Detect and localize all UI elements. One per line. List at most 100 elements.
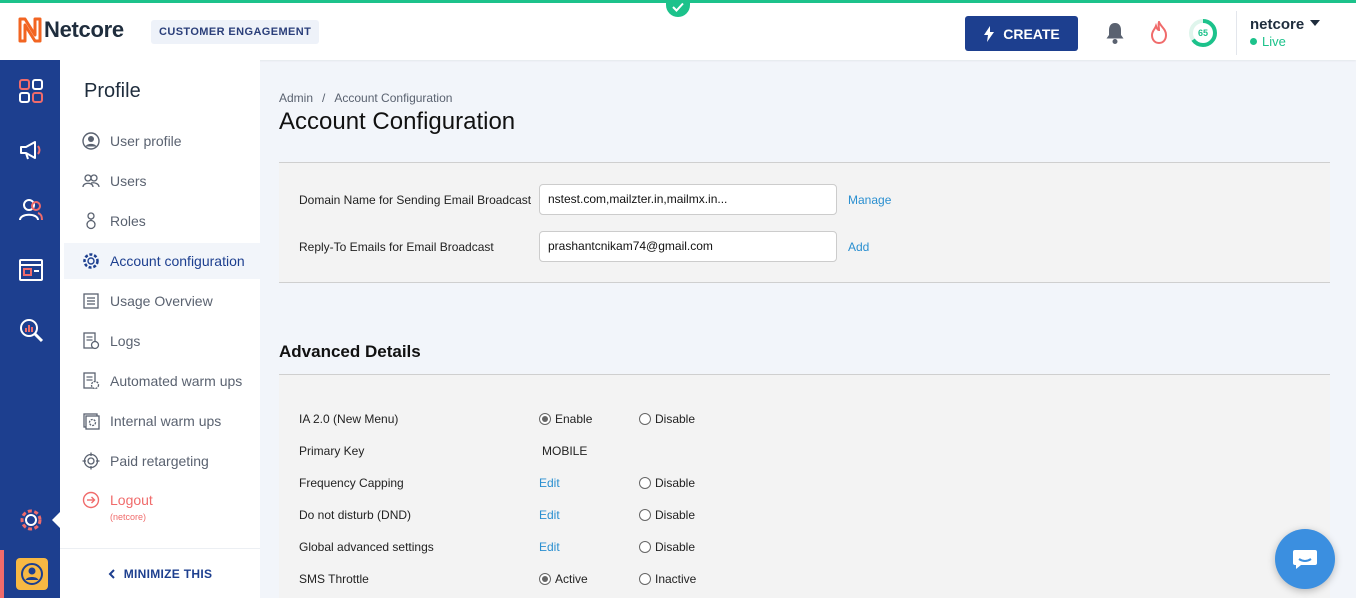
advanced-details-heading: Advanced Details [279,342,421,361]
radio-label: Disable [655,412,696,426]
menu-item-account-configuration[interactable]: Account configuration [64,243,260,279]
breadcrumb-current: Account Configuration [334,91,453,105]
add-reply-to-link[interactable]: Add [848,240,869,254]
create-label: CREATE [1003,25,1060,42]
automated-icon [82,372,100,390]
menu-item-logs[interactable]: Logs [64,323,260,359]
megaphone-icon[interactable] [18,137,44,163]
minimize-menu-button[interactable]: MINIMIZE THIS [60,548,260,598]
engagement-score[interactable]: 65 [1188,18,1218,48]
netcore-logo[interactable]: Netcore [18,17,124,43]
menu-item-logout[interactable]: Logout [64,482,260,518]
minimize-label: MINIMIZE THIS [123,566,213,581]
settings-icon[interactable] [18,507,44,533]
dnd-edit-link[interactable]: Edit [539,508,560,522]
account-name[interactable]: netcore [1250,16,1304,33]
menu-title: Profile [84,80,141,102]
lightning-icon [984,25,995,42]
menu-item-usage-overview[interactable]: Usage Overview [64,283,260,319]
frequency-capping-edit-link[interactable]: Edit [539,476,560,490]
radio-label: Enable [555,412,593,426]
radio-unselected-icon [639,413,651,425]
menu-item-roles[interactable]: Roles [64,203,260,239]
analytics-search-icon[interactable] [18,317,44,343]
global-advanced-settings-edit-link[interactable]: Edit [539,540,560,554]
log-icon [82,332,100,350]
menu-item-label: Roles [110,213,146,229]
radio-label: Inactive [655,572,697,586]
live-dot-icon [1250,38,1257,45]
reply-to-input[interactable]: prashantcnikam74@gmail.com [539,231,837,262]
menu-item-user-profile[interactable]: User profile [64,123,260,159]
internal-icon [82,412,100,430]
bell-icon[interactable] [1103,21,1127,45]
menu-item-users[interactable]: Users [64,163,260,199]
chevron-down-icon[interactable] [1310,20,1320,26]
target-icon [82,452,100,470]
list-icon [82,292,100,310]
menu-item-label: Logout [110,492,153,508]
radio-unselected-icon [639,477,651,489]
menu-item-label: Paid retargeting [110,453,209,469]
browser-window-icon[interactable] [18,257,44,283]
frequency-capping-disable-radio[interactable]: Disable [639,476,695,490]
primary-key-value: MOBILE [542,444,588,458]
radio-label: Disable [655,476,696,490]
radio-label: Disable [655,540,696,554]
radio-unselected-icon [639,541,651,553]
email-settings-panel: Domain Name for Sending Email Broadcast … [279,162,1330,283]
menu-item-label: Users [110,173,147,189]
menu-item-label: Internal warm ups [110,413,222,429]
top-header: Netcore CUSTOMER ENGAGEMENT CREATE 65 ne… [0,0,1356,60]
reply-to-label: Reply-To Emails for Email Broadcast [299,240,494,254]
menu-item-automated-warm-ups[interactable]: Automated warm ups [64,363,260,399]
left-rail [0,60,60,598]
radio-selected-icon [539,573,551,585]
flame-icon[interactable] [1149,21,1169,45]
primary-key-label: Primary Key [299,444,365,458]
dnd-disable-radio[interactable]: Disable [639,508,695,522]
global-advanced-settings-label: Global advanced settings [299,540,434,554]
sms-throttle-active-radio[interactable]: Active [539,572,588,586]
account-status-label: Live [1262,34,1286,49]
menu-item-label: User profile [110,133,182,149]
ia-menu-label: IA 2.0 (New Menu) [299,412,399,426]
breadcrumb-admin[interactable]: Admin [279,91,313,105]
avatar[interactable] [16,558,48,590]
radio-unselected-icon [639,509,651,521]
global-advanced-settings-disable-radio[interactable]: Disable [639,540,695,554]
netcore-logo-icon [18,17,42,43]
profile-menu: Profile User profile Users Roles Account… [60,60,260,598]
dashboard-icon[interactable] [18,78,44,104]
menu-item-label: Usage Overview [110,293,213,309]
radio-label: Active [555,572,588,586]
menu-item-label: Account configuration [110,253,245,269]
ia-disable-radio[interactable]: Disable [639,412,695,426]
domain-input[interactable]: nstest.com,mailzter.in,mailmx.in... [539,184,837,215]
profile-tab[interactable] [0,550,60,598]
manage-domains-link[interactable]: Manage [848,193,891,207]
menu-item-paid-retargeting[interactable]: Paid retargeting [64,443,260,479]
roles-icon [82,212,100,230]
ia-enable-radio[interactable]: Enable [539,412,592,426]
breadcrumb-separator: / [322,91,326,105]
radio-selected-icon [539,413,551,425]
radio-label: Disable [655,508,696,522]
chat-button[interactable] [1275,529,1335,589]
gear-icon [82,252,100,270]
sms-throttle-inactive-radio[interactable]: Inactive [639,572,696,586]
sms-throttle-label: SMS Throttle [299,572,369,586]
frequency-capping-label: Frequency Capping [299,476,404,490]
menu-item-label: Logs [110,333,141,349]
menu-item-internal-warm-ups[interactable]: Internal warm ups [64,403,260,439]
page-title: Account Configuration [279,108,516,135]
users-icon[interactable] [18,197,44,223]
menu-item-label: Automated warm ups [110,373,243,389]
create-button[interactable]: CREATE [965,16,1078,51]
status-check-icon [666,0,690,17]
radio-unselected-icon [639,573,651,585]
brand-name: Netcore [44,17,124,42]
advanced-details-panel: IA 2.0 (New Menu) Enable Disable Primary… [279,374,1330,598]
score-value: 65 [1197,28,1208,38]
divider [1236,11,1237,55]
